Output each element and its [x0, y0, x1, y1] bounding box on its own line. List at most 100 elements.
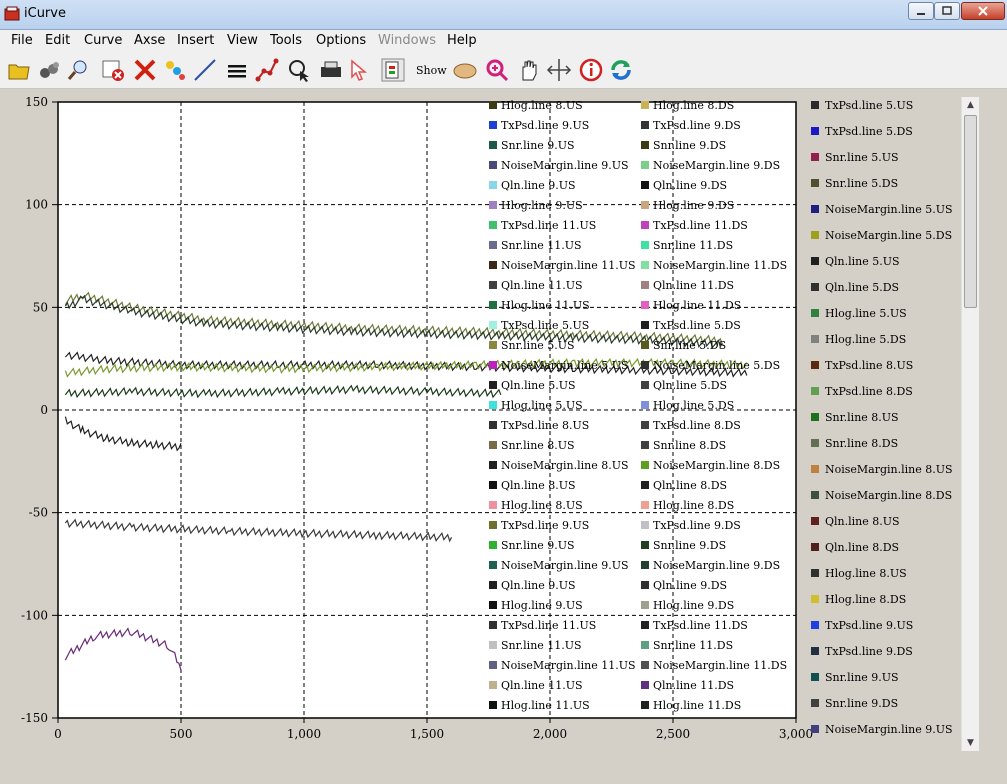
show-label[interactable]: Show [416, 64, 447, 77]
legend-outer-swatch [811, 725, 819, 733]
menu-view[interactable]: View [227, 33, 258, 48]
legend-entry: Qln.line 9.DS [653, 579, 727, 592]
legend-entry: NoiseMargin.line 5.DS [653, 359, 780, 372]
legend-entry: Hlog.line 9.US [501, 599, 583, 612]
pan-icon[interactable] [516, 57, 542, 83]
legend-swatch [641, 361, 649, 369]
close-button[interactable] [961, 2, 1005, 20]
legend-swatch [489, 181, 497, 189]
edit-icon[interactable] [36, 57, 62, 83]
legend-swatch [641, 401, 649, 409]
scroll-down-icon[interactable]: ▼ [962, 735, 979, 751]
legend-swatch [489, 421, 497, 429]
legend-outer-entry: Snr.line 8.DS [825, 437, 898, 450]
legend-entry: Snr.line 11.US [501, 239, 582, 252]
legend-entry: Hlog.line 5.US [501, 399, 583, 412]
menu-options[interactable]: Options [316, 33, 366, 48]
legend-swatch [489, 461, 497, 469]
legend-outer-swatch [811, 205, 819, 213]
legend-outer-swatch [811, 517, 819, 525]
legend-outer-swatch [811, 673, 819, 681]
legend-outer-swatch [811, 543, 819, 551]
maximize-button[interactable] [934, 2, 960, 20]
legend-swatch [641, 541, 649, 549]
pointer-icon[interactable] [348, 57, 374, 83]
legend-outer-entry: Hlog.line 5.DS [825, 333, 906, 346]
legend-outer-entry: Qln.line 8.US [825, 515, 900, 528]
legend-outer-entry: NoiseMargin.line 9.US [825, 723, 953, 736]
legend-outer-swatch [811, 465, 819, 473]
printer-icon[interactable] [318, 57, 344, 83]
menu-axse[interactable]: Axse [134, 33, 165, 48]
legend-swatch [489, 401, 497, 409]
legend-swatch [489, 661, 497, 669]
menu-windows[interactable]: Windows [378, 33, 436, 48]
legend-scrollbar[interactable]: ▲ ▼ [961, 97, 979, 751]
legend-entry: TxPsd.line 5.US [501, 319, 589, 332]
legend-swatch [489, 141, 497, 149]
legend-outer-entry: TxPsd.line 9.DS [825, 645, 913, 658]
menu-edit[interactable]: Edit [45, 33, 70, 48]
menu-help[interactable]: Help [447, 33, 477, 48]
legend-outer-swatch [811, 127, 819, 135]
legend-entry: NoiseMargin.line 9.DS [653, 559, 780, 572]
x-tick-label: 0 [54, 727, 62, 741]
legend-entry: NoiseMargin.line 9.DS [653, 159, 780, 172]
legend-swatch [489, 221, 497, 229]
menu-file[interactable]: File [11, 33, 33, 48]
legend-entry: Qln.line 8.DS [653, 479, 727, 492]
legend-entry: NoiseMargin.line 9.US [501, 159, 629, 172]
legend-swatch [489, 481, 497, 489]
legend-swatch [641, 621, 649, 629]
crosshair-icon[interactable] [546, 57, 572, 83]
legend-entry: TxPsd.line 9.DS [653, 519, 741, 532]
toolbar: Show [0, 52, 1007, 89]
zoom-in-icon[interactable] [484, 57, 510, 83]
menu-tools[interactable]: Tools [270, 33, 302, 48]
legend-entry: Hlog.line 8.US [501, 99, 583, 112]
zoom-icon[interactable] [66, 57, 92, 83]
scroll-up-icon[interactable]: ▲ [962, 97, 979, 113]
legend-entry: Qln.line 9.US [501, 579, 576, 592]
legend-icon[interactable] [380, 57, 406, 83]
legend-outer-swatch [811, 153, 819, 161]
menu-lines-icon[interactable] [224, 57, 250, 83]
legend-swatch [489, 621, 497, 629]
legend-swatch [641, 561, 649, 569]
show-icon[interactable] [452, 57, 478, 83]
clear-icon[interactable] [132, 57, 158, 83]
legend-swatch [489, 281, 497, 289]
open-icon[interactable] [6, 57, 32, 83]
maximize-icon [942, 6, 952, 15]
scrollbar-thumb[interactable] [964, 115, 977, 308]
legend-entry: TxPsd.line 11.US [501, 619, 596, 632]
legend-entry: Snr.line 8.US [501, 439, 575, 452]
close-icon [978, 6, 988, 16]
legend-entry: NoiseMargin.line 5.US [501, 359, 629, 372]
legend-entry: TxPsd.line 5.DS [653, 319, 741, 332]
legend-swatch [489, 361, 497, 369]
legend-entry: Hlog.line 8.US [501, 499, 583, 512]
color-icon[interactable] [162, 57, 188, 83]
minimize-button[interactable] [908, 2, 934, 20]
curve-nodes-icon[interactable] [254, 57, 280, 83]
legend-swatch [489, 601, 497, 609]
refresh-icon[interactable] [608, 57, 634, 83]
legend-swatch [489, 521, 497, 529]
line-icon[interactable] [192, 57, 218, 83]
menu-curve[interactable]: Curve [84, 33, 122, 48]
legend-outer-entry: TxPsd.line 5.DS [825, 125, 913, 138]
legend-entry: Qln.line 9.DS [653, 179, 727, 192]
legend-swatch [641, 481, 649, 489]
plot-area: 0 500 1,000 1,500 2,000 2,500 3,000 150 100 50 0 -5… [0, 90, 1007, 784]
delete-curve-icon[interactable] [100, 57, 126, 83]
menu-insert[interactable]: Insert [177, 33, 214, 48]
select-icon[interactable] [286, 57, 312, 83]
legend-entry: TxPsd.line 9.DS [653, 119, 741, 132]
chart[interactable]: 0 500 1,000 1,500 2,000 2,500 3,000150100500-5… [0, 90, 960, 784]
legend-swatch [641, 581, 649, 589]
x-tick-label: 2,000 [533, 727, 567, 741]
info-icon[interactable] [578, 57, 604, 83]
legend-outer-entry: Snr.line 5.US [825, 151, 899, 164]
legend-entry: Snr.line 5.DS [653, 339, 726, 352]
